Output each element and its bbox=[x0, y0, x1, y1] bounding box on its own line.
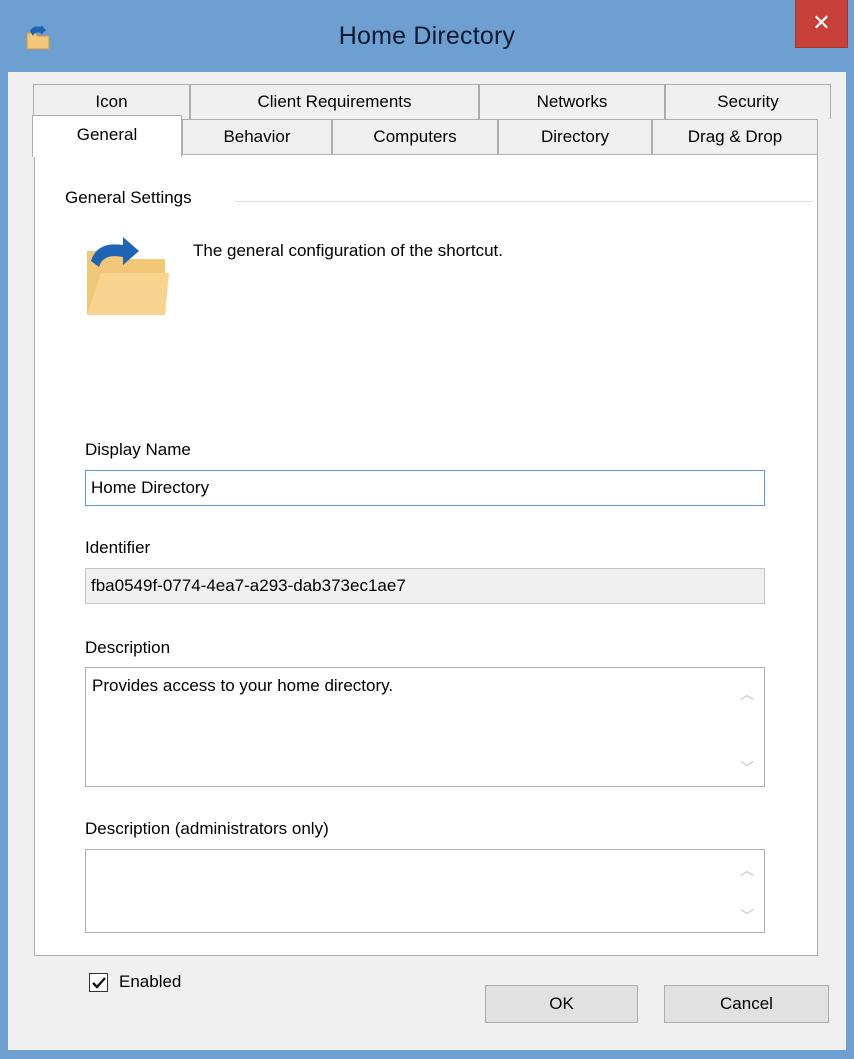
close-button[interactable]: ✕ bbox=[795, 0, 848, 48]
scroll-up-arrow-icon[interactable]: ︿ bbox=[730, 856, 764, 884]
dialog-client-area: Icon Client Requirements Networks Securi… bbox=[8, 72, 846, 1050]
tab-behavior[interactable]: Behavior bbox=[182, 119, 332, 154]
enabled-checkbox[interactable] bbox=[89, 973, 108, 992]
description-scrollbar[interactable]: ︿ ﹀ bbox=[730, 668, 764, 786]
cancel-button[interactable]: Cancel bbox=[664, 985, 829, 1023]
tab-networks[interactable]: Networks bbox=[479, 84, 665, 119]
group-divider bbox=[235, 201, 813, 202]
dialog-window: Home Directory ✕ Icon Client Requirement… bbox=[0, 0, 854, 1059]
tab-security[interactable]: Security bbox=[665, 84, 831, 119]
enabled-label: Enabled bbox=[119, 972, 182, 991]
tab-computers[interactable]: Computers bbox=[332, 119, 498, 154]
description-textarea[interactable]: Provides access to your home directory. … bbox=[85, 667, 765, 787]
folder-shortcut-icon bbox=[77, 221, 173, 317]
identifier-label: Identifier bbox=[85, 538, 151, 557]
tab-client-requirements[interactable]: Client Requirements bbox=[190, 84, 479, 119]
window-title: Home Directory bbox=[338, 22, 516, 50]
description-label: Description bbox=[85, 638, 171, 657]
scroll-down-arrow-icon[interactable]: ﹀ bbox=[730, 902, 764, 930]
tab-directory[interactable]: Directory bbox=[498, 119, 652, 154]
display-name-label: Display Name bbox=[85, 440, 191, 459]
title-bar[interactable]: Home Directory ✕ bbox=[0, 0, 854, 72]
display-name-field[interactable]: Home Directory bbox=[85, 470, 765, 506]
checkmark-icon bbox=[92, 977, 106, 989]
admin-description-label: Description (administrators only) bbox=[85, 819, 329, 838]
scroll-down-arrow-icon[interactable]: ﹀ bbox=[730, 754, 764, 782]
scroll-up-arrow-icon[interactable]: ︿ bbox=[730, 680, 764, 708]
ok-button[interactable]: OK bbox=[485, 985, 638, 1023]
general-description: The general configuration of the shortcu… bbox=[193, 241, 503, 260]
admin-description-textarea[interactable]: ︿ ﹀ bbox=[85, 849, 765, 933]
description-text: Provides access to your home directory. bbox=[92, 676, 394, 695]
general-tab-panel: General Settings The general configurati… bbox=[34, 154, 818, 992]
tab-drag-and-drop[interactable]: Drag & Drop bbox=[652, 119, 818, 154]
group-label-general-settings: General Settings bbox=[65, 188, 200, 208]
tab-icon[interactable]: Icon bbox=[33, 84, 190, 119]
identifier-field[interactable]: fba0549f-0774-4ea7-a293-dab373ec1ae7 bbox=[85, 568, 765, 604]
tab-general[interactable]: General bbox=[32, 115, 182, 157]
admin-description-scrollbar[interactable]: ︿ ﹀ bbox=[730, 850, 764, 932]
